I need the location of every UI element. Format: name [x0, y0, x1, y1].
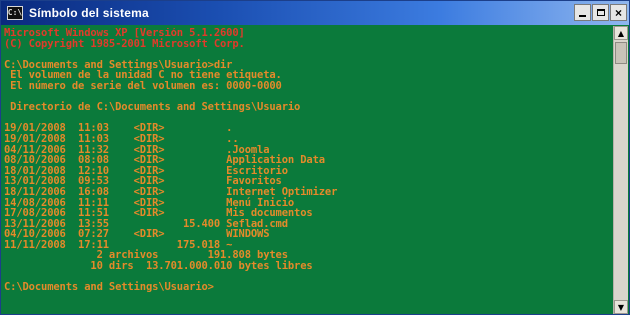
scroll-up-icon[interactable]: ▲	[614, 26, 628, 40]
maximize-icon	[596, 9, 605, 16]
console-line: (C) Copyright 1985-2001 Microsoft Corp.	[4, 37, 245, 50]
vertical-scrollbar[interactable]: ▲ ▼	[613, 26, 628, 314]
title-bar[interactable]: C:\ Símbolo del sistema ×	[1, 1, 629, 25]
window-controls: ×	[574, 4, 627, 21]
scroll-down-icon[interactable]: ▼	[614, 300, 628, 314]
close-button[interactable]: ×	[610, 4, 627, 21]
minimize-icon	[579, 15, 586, 17]
minimize-button[interactable]	[574, 4, 591, 21]
window-title: Símbolo del sistema	[29, 6, 149, 20]
console-line: Directorio de C:\Documents and Settings\…	[4, 101, 301, 114]
console-line: 10 dirs 13.701.000.010 bytes libres	[4, 260, 313, 273]
scroll-thumb[interactable]	[615, 42, 627, 64]
console-icon[interactable]: C:\	[7, 6, 23, 20]
console-line: Microsoft Windows XP [Versión 5.1.2600]	[4, 28, 245, 39]
console-line: C:\Documents and Settings\Usuario>	[4, 281, 214, 294]
console-output[interactable]: Microsoft Windows XP [Versión 5.1.2600](…	[4, 28, 614, 314]
console-line: El número de serie del volumen es: 0000-…	[4, 79, 282, 92]
command-prompt-window: C:\ Símbolo del sistema × Microsoft Wind…	[0, 0, 630, 315]
console-line: 18/11/2006 16:08 <DIR> Internet Optimize…	[4, 185, 338, 198]
console-line: 19/01/2008 11:03 <DIR> ..	[4, 132, 239, 145]
maximize-button[interactable]	[592, 4, 609, 21]
